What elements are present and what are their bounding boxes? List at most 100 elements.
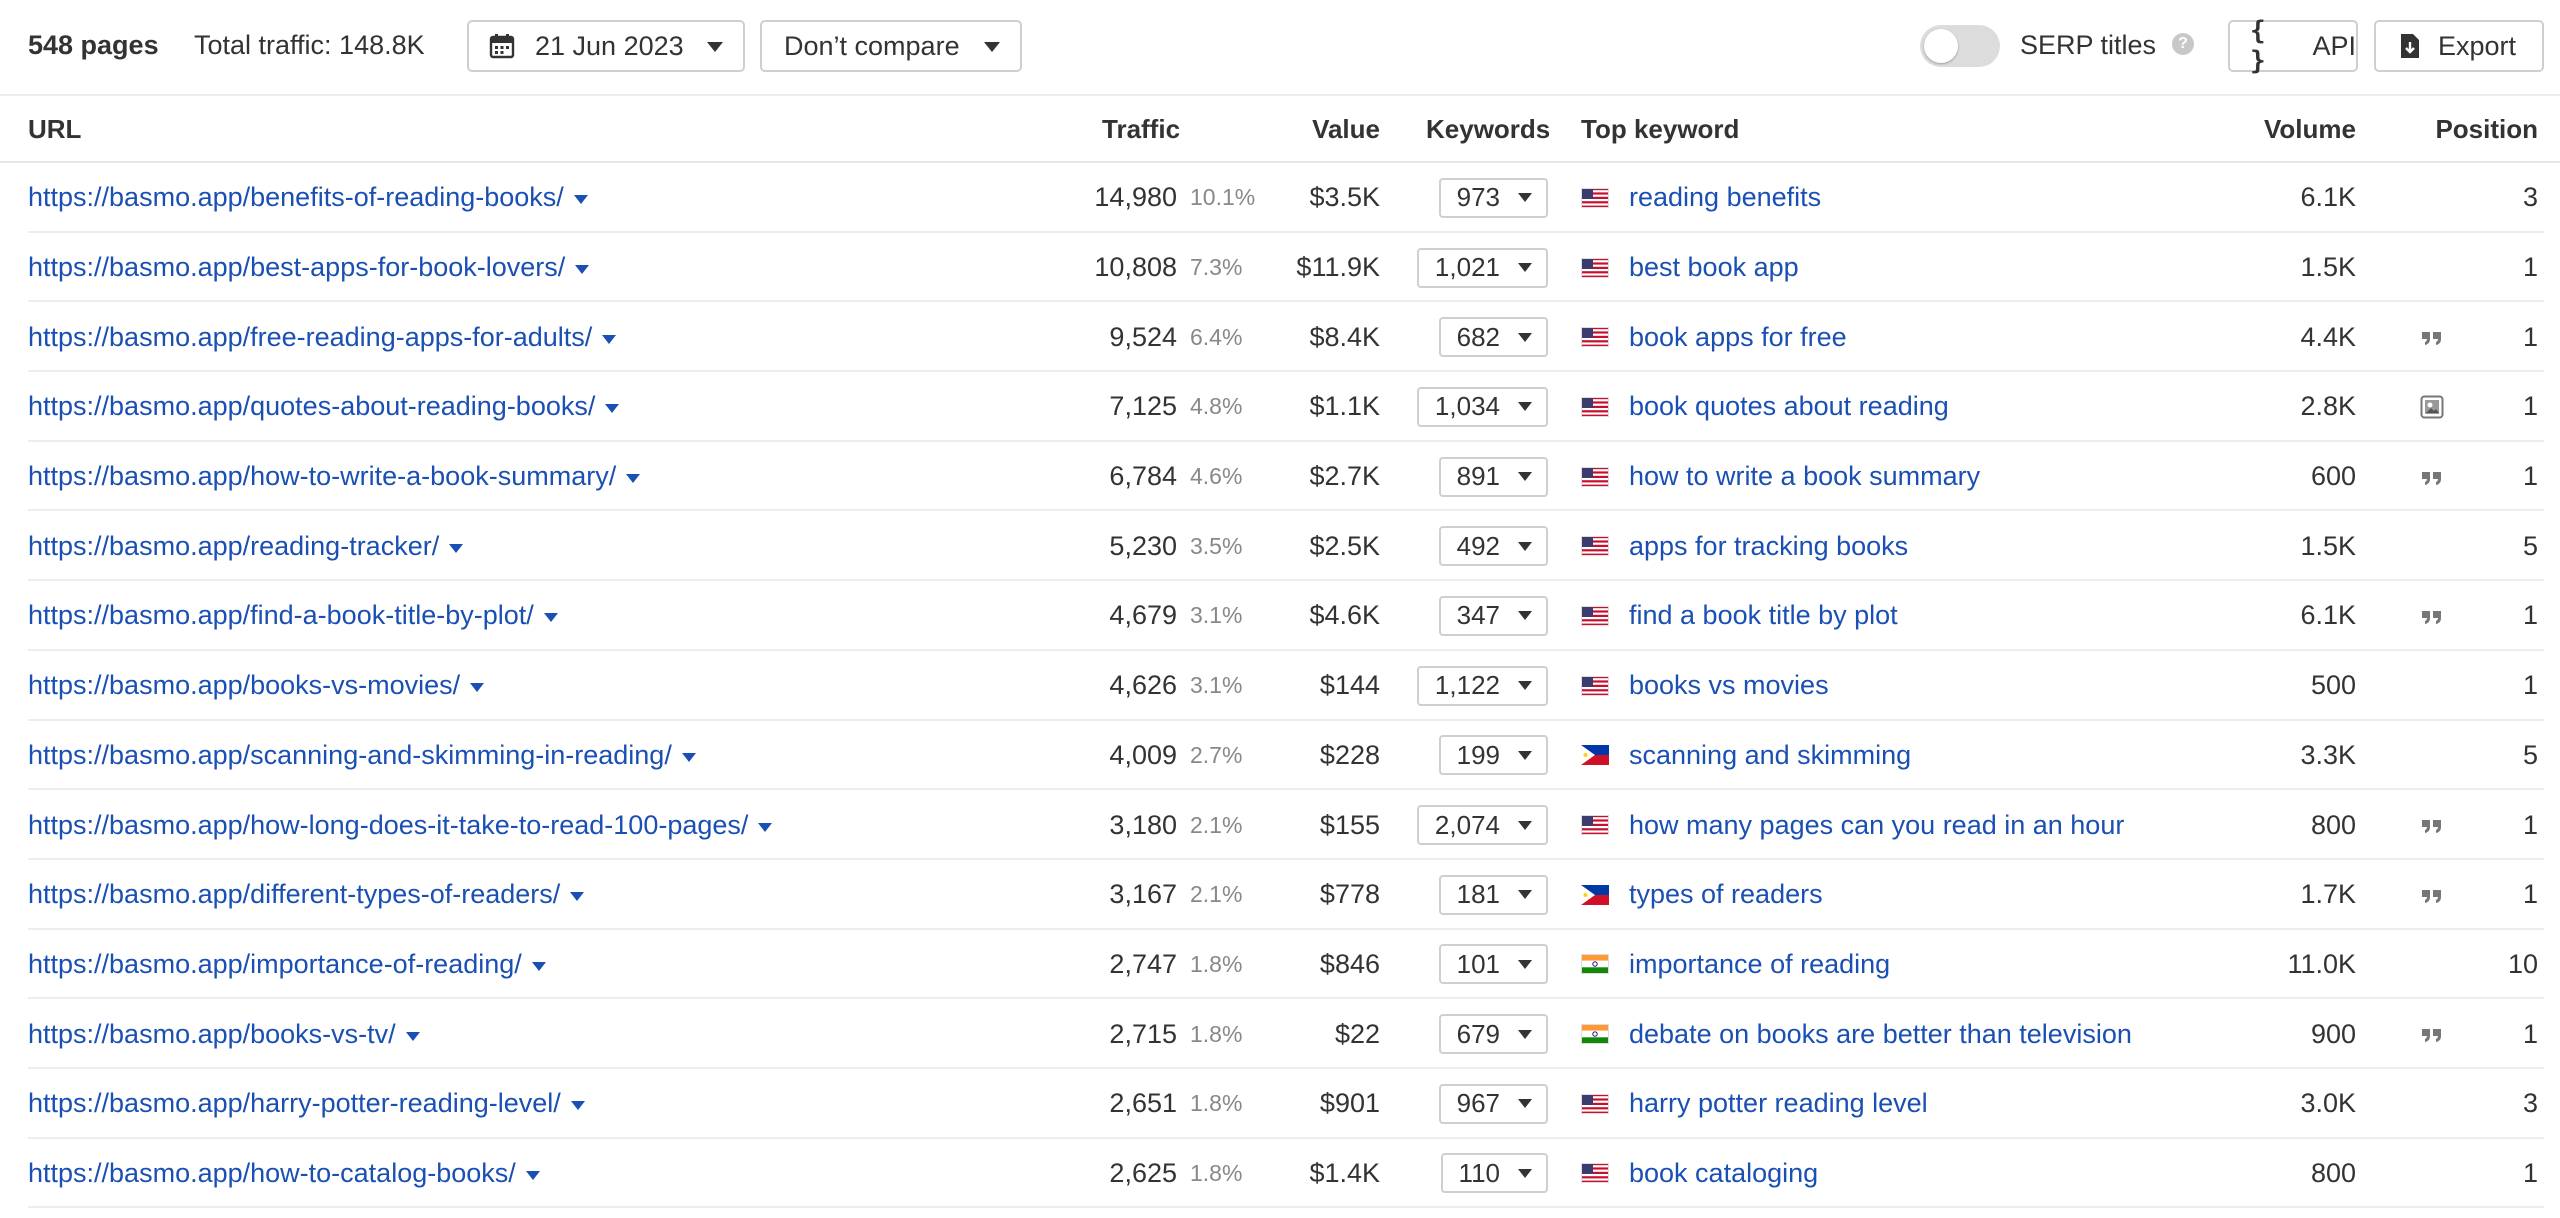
chevron-down-icon[interactable] bbox=[573, 195, 588, 205]
keywords-dropdown[interactable]: 110 bbox=[1440, 1139, 1548, 1209]
top-keyword-link[interactable]: find a book title by plot bbox=[1629, 581, 1898, 651]
top-keyword-link[interactable]: book quotes about reading bbox=[1629, 372, 1949, 442]
chevron-down-icon[interactable] bbox=[525, 1170, 540, 1180]
column-header-traffic[interactable]: Traffic bbox=[1102, 114, 1180, 145]
url-text[interactable]: https://basmo.app/books-vs-movies/ bbox=[28, 670, 460, 701]
chevron-down-icon[interactable] bbox=[449, 543, 464, 553]
keywords-dropdown[interactable]: 347 bbox=[1438, 581, 1548, 651]
top-keyword-link[interactable]: book cataloging bbox=[1629, 1139, 1818, 1209]
chevron-down-icon[interactable] bbox=[570, 892, 585, 902]
keywords-dropdown[interactable]: 2,074 bbox=[1416, 790, 1548, 860]
url-link[interactable]: https://basmo.app/reading-tracker/ bbox=[28, 511, 464, 581]
image-pack-icon[interactable] bbox=[2420, 372, 2444, 442]
url-text[interactable]: https://basmo.app/how-to-write-a-book-su… bbox=[28, 461, 616, 492]
keywords-dropdown[interactable]: 181 bbox=[1438, 860, 1548, 930]
url-link[interactable]: https://basmo.app/books-vs-movies/ bbox=[28, 651, 485, 721]
compare-dropdown[interactable]: Don’t compare bbox=[760, 20, 1022, 72]
help-icon[interactable]: ? bbox=[2172, 33, 2194, 55]
keywords-dropdown[interactable]: 679 bbox=[1438, 999, 1548, 1069]
url-text[interactable]: https://basmo.app/how-long-does-it-take-… bbox=[28, 810, 748, 841]
keywords-button[interactable]: 973 bbox=[1438, 177, 1548, 218]
top-keyword-link[interactable]: scanning and skimming bbox=[1629, 721, 1911, 791]
keywords-button[interactable]: 967 bbox=[1438, 1083, 1548, 1124]
top-keyword-link[interactable]: types of readers bbox=[1629, 860, 1823, 930]
keywords-button[interactable]: 347 bbox=[1438, 595, 1548, 636]
top-keyword-link[interactable]: reading benefits bbox=[1629, 163, 1821, 233]
keywords-dropdown[interactable]: 1,034 bbox=[1416, 372, 1548, 442]
url-link[interactable]: https://basmo.app/how-to-write-a-book-su… bbox=[28, 442, 641, 512]
keywords-dropdown[interactable]: 891 bbox=[1438, 442, 1548, 512]
keywords-dropdown[interactable]: 967 bbox=[1438, 1069, 1548, 1139]
url-text[interactable]: https://basmo.app/harry-potter-reading-l… bbox=[28, 1088, 561, 1119]
url-text[interactable]: https://basmo.app/find-a-book-title-by-p… bbox=[28, 600, 534, 631]
top-keyword-link[interactable]: book apps for free bbox=[1629, 302, 1847, 372]
url-text[interactable]: https://basmo.app/best-apps-for-book-lov… bbox=[28, 252, 565, 283]
keywords-dropdown[interactable]: 973 bbox=[1438, 163, 1548, 233]
keywords-dropdown[interactable]: 492 bbox=[1438, 511, 1548, 581]
quote-icon[interactable] bbox=[2420, 302, 2444, 372]
chevron-down-icon[interactable] bbox=[681, 752, 696, 762]
keywords-dropdown[interactable]: 1,021 bbox=[1416, 233, 1548, 303]
quote-icon[interactable] bbox=[2420, 999, 2444, 1069]
keywords-button[interactable]: 891 bbox=[1438, 456, 1548, 497]
chevron-down-icon[interactable] bbox=[531, 961, 546, 971]
api-button[interactable]: { } API bbox=[2228, 16, 2358, 76]
column-header-position[interactable]: Position bbox=[2435, 114, 2538, 145]
top-keyword-link[interactable]: apps for tracking books bbox=[1629, 511, 1908, 581]
top-keyword-link[interactable]: best book app bbox=[1629, 233, 1799, 303]
column-header-top-keyword[interactable]: Top keyword bbox=[1581, 114, 1739, 145]
url-link[interactable]: https://basmo.app/books-vs-tv/ bbox=[28, 999, 420, 1069]
url-link[interactable]: https://basmo.app/free-reading-apps-for-… bbox=[28, 302, 617, 372]
keywords-button[interactable]: 110 bbox=[1440, 1153, 1548, 1194]
chevron-down-icon[interactable] bbox=[605, 404, 620, 414]
url-text[interactable]: https://basmo.app/how-to-catalog-books/ bbox=[28, 1158, 516, 1189]
keywords-dropdown[interactable]: 1,122 bbox=[1416, 651, 1548, 721]
chevron-down-icon[interactable] bbox=[758, 822, 773, 832]
url-link[interactable]: https://basmo.app/quotes-about-reading-b… bbox=[28, 372, 620, 442]
url-text[interactable]: https://basmo.app/books-vs-tv/ bbox=[28, 1019, 396, 1050]
top-keyword-link[interactable]: how many pages can you read in an hour bbox=[1629, 790, 2124, 860]
keywords-dropdown[interactable]: 682 bbox=[1438, 302, 1548, 372]
keywords-button[interactable]: 181 bbox=[1438, 874, 1548, 915]
quote-icon[interactable] bbox=[2420, 790, 2444, 860]
url-link[interactable]: https://basmo.app/how-long-does-it-take-… bbox=[28, 790, 773, 860]
url-link[interactable]: https://basmo.app/best-apps-for-book-lov… bbox=[28, 233, 590, 303]
url-text[interactable]: https://basmo.app/scanning-and-skimming-… bbox=[28, 740, 672, 771]
url-text[interactable]: https://basmo.app/reading-tracker/ bbox=[28, 531, 439, 562]
keywords-button[interactable]: 1,122 bbox=[1416, 665, 1548, 706]
chevron-down-icon[interactable] bbox=[570, 1101, 585, 1111]
keywords-button[interactable]: 682 bbox=[1438, 317, 1548, 358]
keywords-button[interactable]: 1,021 bbox=[1416, 247, 1548, 288]
quote-icon[interactable] bbox=[2420, 442, 2444, 512]
chevron-down-icon[interactable] bbox=[470, 683, 485, 693]
chevron-down-icon[interactable] bbox=[575, 265, 590, 275]
keywords-dropdown[interactable]: 101 bbox=[1438, 930, 1548, 1000]
url-text[interactable]: https://basmo.app/free-reading-apps-for-… bbox=[28, 322, 592, 353]
url-link[interactable]: https://basmo.app/importance-of-reading/ bbox=[28, 930, 546, 1000]
url-link[interactable]: https://basmo.app/benefits-of-reading-bo… bbox=[28, 163, 588, 233]
serp-titles-toggle[interactable] bbox=[1920, 25, 2000, 67]
column-header-value[interactable]: Value bbox=[1312, 114, 1380, 145]
keywords-dropdown[interactable]: 199 bbox=[1438, 721, 1548, 791]
chevron-down-icon[interactable] bbox=[602, 334, 617, 344]
keywords-button[interactable]: 492 bbox=[1438, 526, 1548, 567]
top-keyword-link[interactable]: books vs movies bbox=[1629, 651, 1829, 721]
keywords-button[interactable]: 101 bbox=[1438, 944, 1548, 985]
url-text[interactable]: https://basmo.app/importance-of-reading/ bbox=[28, 949, 522, 980]
url-link[interactable]: https://basmo.app/scanning-and-skimming-… bbox=[28, 721, 696, 791]
url-link[interactable]: https://basmo.app/find-a-book-title-by-p… bbox=[28, 581, 558, 651]
keywords-button[interactable]: 679 bbox=[1438, 1014, 1548, 1055]
keywords-button[interactable]: 2,074 bbox=[1416, 805, 1548, 846]
url-text[interactable]: https://basmo.app/different-types-of-rea… bbox=[28, 879, 560, 910]
date-picker-button[interactable]: 21 Jun 2023 bbox=[467, 20, 745, 72]
column-header-url[interactable]: URL bbox=[28, 114, 81, 145]
keywords-button[interactable]: 199 bbox=[1438, 735, 1548, 776]
chevron-down-icon[interactable] bbox=[405, 1031, 420, 1041]
top-keyword-link[interactable]: debate on books are better than televisi… bbox=[1629, 999, 2132, 1069]
top-keyword-link[interactable]: how to write a book summary bbox=[1629, 442, 1980, 512]
column-header-volume[interactable]: Volume bbox=[2264, 114, 2356, 145]
url-link[interactable]: https://basmo.app/different-types-of-rea… bbox=[28, 860, 585, 930]
url-text[interactable]: https://basmo.app/benefits-of-reading-bo… bbox=[28, 182, 564, 213]
url-link[interactable]: https://basmo.app/how-to-catalog-books/ bbox=[28, 1139, 540, 1209]
top-keyword-link[interactable]: harry potter reading level bbox=[1629, 1069, 1928, 1139]
